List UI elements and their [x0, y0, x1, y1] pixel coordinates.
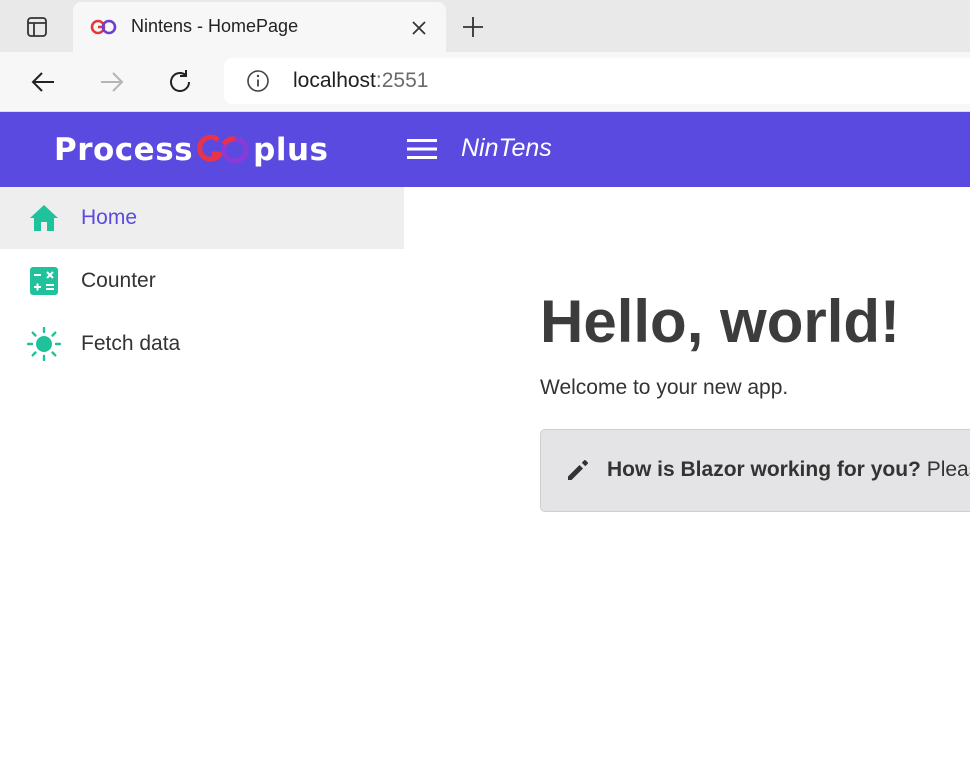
reload-icon	[170, 70, 190, 92]
url-host: localhost	[293, 69, 376, 92]
brand-text-left: Process	[54, 132, 194, 168]
url-text[interactable]: localhost:2551	[293, 69, 428, 93]
sidebar-item-fetch-data[interactable]: Fetch data	[0, 313, 404, 375]
go-logo-icon	[197, 134, 249, 164]
menu-icon[interactable]	[407, 137, 437, 161]
app-title: NinTens	[461, 134, 552, 162]
browser-tab[interactable]: Nintens - HomePage	[73, 2, 446, 52]
forward-button[interactable]	[95, 65, 129, 99]
page-title: Hello, world!	[540, 288, 900, 355]
arrow-left-icon	[31, 72, 54, 92]
sidebar: Home Counter Fetch data	[0, 187, 404, 760]
browser-toolbar: localhost:2551	[0, 52, 970, 112]
back-button[interactable]	[26, 65, 60, 99]
sun-icon	[27, 327, 61, 361]
reload-button[interactable]	[163, 65, 197, 99]
survey-prompt: How is Blazor working for you? Pleas	[540, 429, 970, 512]
sidebar-item-label: Home	[81, 206, 138, 229]
home-icon	[27, 201, 61, 235]
tab-actions-button[interactable]	[14, 12, 60, 42]
sidebar-item-home[interactable]: Home	[0, 187, 404, 249]
close-icon	[412, 21, 426, 35]
pencil-icon	[568, 460, 588, 480]
tab-actions-icon	[27, 17, 47, 37]
tab-title: Nintens - HomePage	[131, 16, 299, 36]
calculator-icon	[27, 264, 61, 298]
sidebar-item-label: Fetch data	[81, 332, 181, 355]
tab-close-button[interactable]	[408, 17, 430, 39]
welcome-text: Welcome to your new app.	[540, 376, 789, 399]
plus-icon	[463, 17, 483, 37]
arrow-right-icon	[101, 72, 124, 92]
address-bar[interactable]: localhost:2551	[224, 58, 970, 104]
sidebar-item-counter[interactable]: Counter	[0, 250, 404, 312]
go-logo-icon	[90, 19, 117, 35]
brand-logo[interactable]: Process plus	[54, 128, 328, 172]
info-icon[interactable]	[246, 69, 270, 93]
brand-text-right: plus	[253, 132, 329, 168]
app-header: Process plus NinTens	[0, 112, 970, 187]
main-content: Hello, world! Welcome to your new app. H…	[404, 187, 970, 760]
survey-question: How is Blazor working for you?	[607, 458, 921, 481]
survey-text: How is Blazor working for you? Pleas	[607, 458, 970, 482]
url-port: :2551	[375, 69, 429, 92]
tab-strip: Nintens - HomePage	[0, 0, 970, 52]
survey-link-text[interactable]: Pleas	[927, 458, 970, 481]
new-tab-button[interactable]	[458, 12, 488, 42]
sidebar-item-label: Counter	[81, 269, 156, 292]
